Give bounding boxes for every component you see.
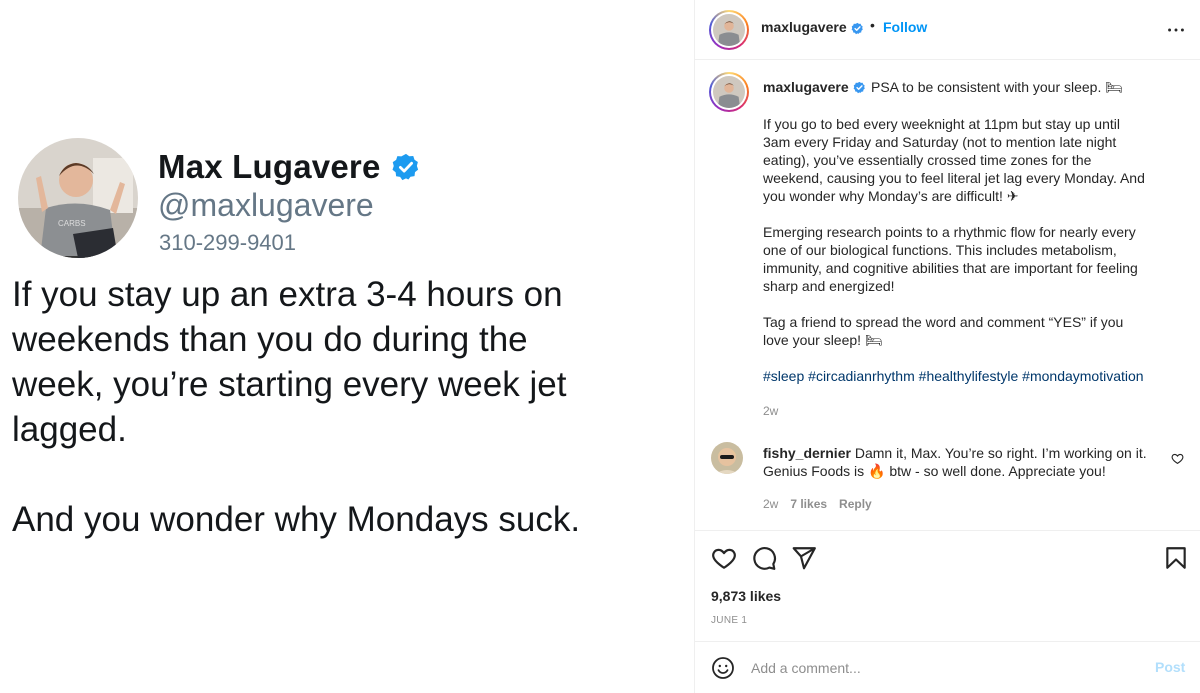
share-paper-plane-icon[interactable]: [791, 545, 817, 571]
hashtags: #sleep #circadianrhythm #healthylifestyl…: [763, 367, 1183, 385]
caption-text: If you go to bed every weeknight at 11pm…: [763, 115, 1183, 385]
author-username-link[interactable]: maxlugavere: [761, 19, 847, 35]
save-bookmark-icon[interactable]: [1163, 545, 1189, 571]
post-comment-button[interactable]: Post: [1155, 659, 1185, 675]
commenter-username-link[interactable]: fishy_dernier: [763, 445, 851, 461]
more-options-icon[interactable]: [1165, 19, 1187, 41]
author-avatar[interactable]: [709, 10, 749, 50]
verified-badge-icon: [853, 81, 865, 94]
tweet-paragraph: And you wonder why Mondays suck.: [12, 500, 581, 539]
tweet-shirt-text: CARBS: [58, 219, 86, 228]
comment-likes-count[interactable]: 7 likes: [790, 497, 827, 511]
caption-paragraph: If you go to bed every weeknight at 11pm…: [763, 116, 1145, 204]
separator-dot: •: [870, 17, 875, 33]
caption-username-link[interactable]: maxlugavere: [763, 79, 849, 95]
follow-button[interactable]: Follow: [883, 19, 927, 35]
hashtag-link[interactable]: #healthylifestyle: [919, 368, 1019, 384]
caption-first-line: PSA to be consistent with your sleep. 🛏: [871, 79, 1124, 95]
verified-badge-icon: [851, 22, 863, 35]
post-date[interactable]: JUNE 1: [711, 615, 747, 626]
tweet-paragraph: If you stay up an extra 3-4 hours on wee…: [12, 275, 567, 449]
caption-paragraph: Emerging research points to a rhythmic f…: [763, 224, 1138, 294]
hashtag-link[interactable]: #circadianrhythm: [808, 368, 915, 384]
hashtag-link[interactable]: #mondaymotivation: [1022, 368, 1143, 384]
post-image: CARBS Max Lugavere @maxlugavere 310-299-…: [0, 0, 694, 693]
comment-like-heart-icon[interactable]: [1171, 452, 1184, 465]
tweet-text: If you stay up an extra 3-4 hours on wee…: [12, 272, 682, 542]
post-header: maxlugavere • Follow: [695, 0, 1200, 60]
comment-bubble-icon[interactable]: [751, 545, 777, 571]
tweet-author-name: Max Lugavere: [158, 148, 381, 185]
tweet-name-row: Max Lugavere: [158, 148, 421, 186]
comment-timestamp[interactable]: 2w: [763, 497, 778, 511]
comment-reply-button[interactable]: Reply: [839, 497, 872, 511]
likes-count[interactable]: 9,873 likes: [711, 588, 781, 604]
verified-badge-icon: [392, 153, 418, 181]
like-heart-icon[interactable]: [711, 545, 737, 571]
comment-body: fishy_dernier Damn it, Max. You’re so ri…: [763, 444, 1163, 480]
comment-meta: 2w 7 likes Reply: [763, 497, 872, 511]
commenter-avatar[interactable]: [711, 442, 743, 474]
tweet-handle: @maxlugavere: [158, 187, 374, 223]
add-comment-input[interactable]: [751, 656, 1131, 680]
tweet-phone: 310-299-9401: [159, 230, 297, 255]
hashtag-link[interactable]: #sleep: [763, 368, 804, 384]
caption-paragraph: Tag a friend to spread the word and comm…: [763, 314, 1124, 348]
post-sidebar: maxlugavere • Follow maxlugavere PSA to …: [694, 0, 1200, 693]
caption-author-avatar[interactable]: [709, 72, 749, 112]
add-comment-bar: Post: [695, 641, 1200, 693]
emoji-smiley-icon[interactable]: [711, 656, 735, 680]
caption-timestamp[interactable]: 2w: [763, 404, 778, 418]
tweet-avatar: CARBS: [18, 138, 138, 258]
